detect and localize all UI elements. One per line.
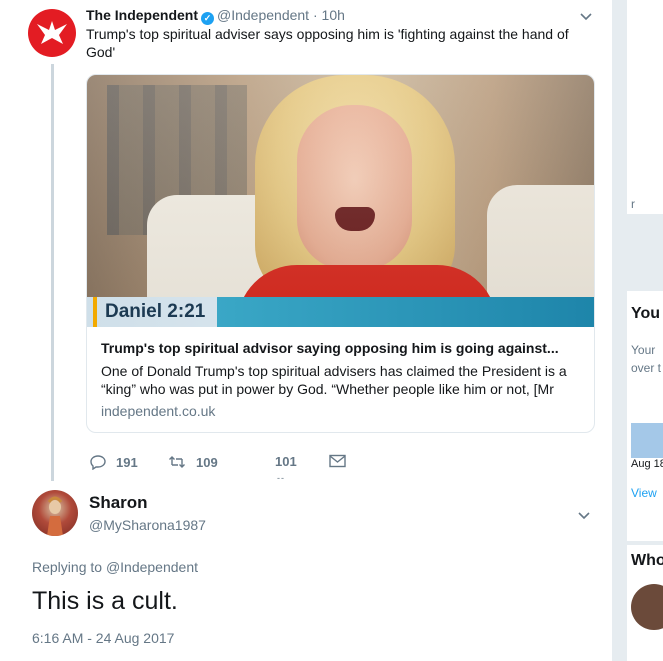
sidebar-who-to-follow-heading: Who [631,552,663,569]
card-title: Trump's top spiritual advisor saying opp… [101,340,559,356]
reply-count: 191 [116,454,138,470]
tweet-time[interactable]: 10h [322,7,345,23]
link-card[interactable]: Daniel 2:21 Trump's top spiritual adviso… [86,74,595,433]
tweet-author-handle[interactable]: @Independent [217,7,309,23]
card-image: Daniel 2:21 [87,75,594,327]
replying-to: Replying to @Independent [32,559,198,575]
sidebar-card-top [627,0,663,214]
independent-avatar[interactable] [28,9,76,57]
sidebar-view-link[interactable]: View [631,486,657,500]
chevron-down-icon[interactable] [579,10,593,24]
replying-to-prefix: Replying to [32,559,103,575]
tweet-author-name[interactable]: The Independent [86,7,198,23]
tweet-text: Trump's top spiritual adviser says oppos… [86,26,569,60]
direct-message-button[interactable] [329,454,356,468]
card-description: One of Donald Trump's top spiritual advi… [101,363,567,397]
thread-line [51,64,54,481]
verified-badge-icon: ✓ [201,12,214,25]
reply-timestamp[interactable]: 6:16 AM - 24 Aug 2017 [32,630,174,646]
sidebar-line-1: Your [631,343,656,357]
retweet-count: 109 [196,454,218,470]
sharon-avatar[interactable] [32,490,78,536]
like-count-overflow: -- [277,473,285,483]
tv-lower-third: Daniel 2:21 [87,297,594,327]
reply-icon [90,455,106,470]
avatar-figure-icon [47,496,63,536]
replying-to-link[interactable]: @Independent [106,559,198,575]
retweet-button[interactable]: 109 [168,454,218,470]
sidebar-top-text: r [631,197,635,211]
envelope-icon [329,454,346,468]
sidebar-heading[interactable]: You [631,305,660,323]
card-domain: independent.co.uk [101,403,216,419]
reply-author-name[interactable]: Sharon [89,493,148,513]
eagle-logo-icon [37,21,67,44]
tweet-separator: · [312,7,318,23]
sidebar-image[interactable] [631,423,663,458]
tv-caption: Daniel 2:21 [105,301,206,322]
reply-author-handle[interactable]: @MySharona1987 [89,517,206,533]
tweet-author-line: The Independent ✓ @Independent · 10h [86,7,345,25]
retweet-icon [169,456,185,468]
sidebar-card-trends [627,291,663,541]
reply-text: This is a cult. [32,587,178,615]
chevron-down-icon[interactable] [577,509,591,523]
sidebar-line-2: over t [631,361,662,375]
like-button[interactable]: 101 [275,454,297,469]
sidebar-date: Aug 18 [631,458,663,470]
like-count: 101 [275,454,297,469]
reply-button[interactable]: 191 [90,454,138,470]
